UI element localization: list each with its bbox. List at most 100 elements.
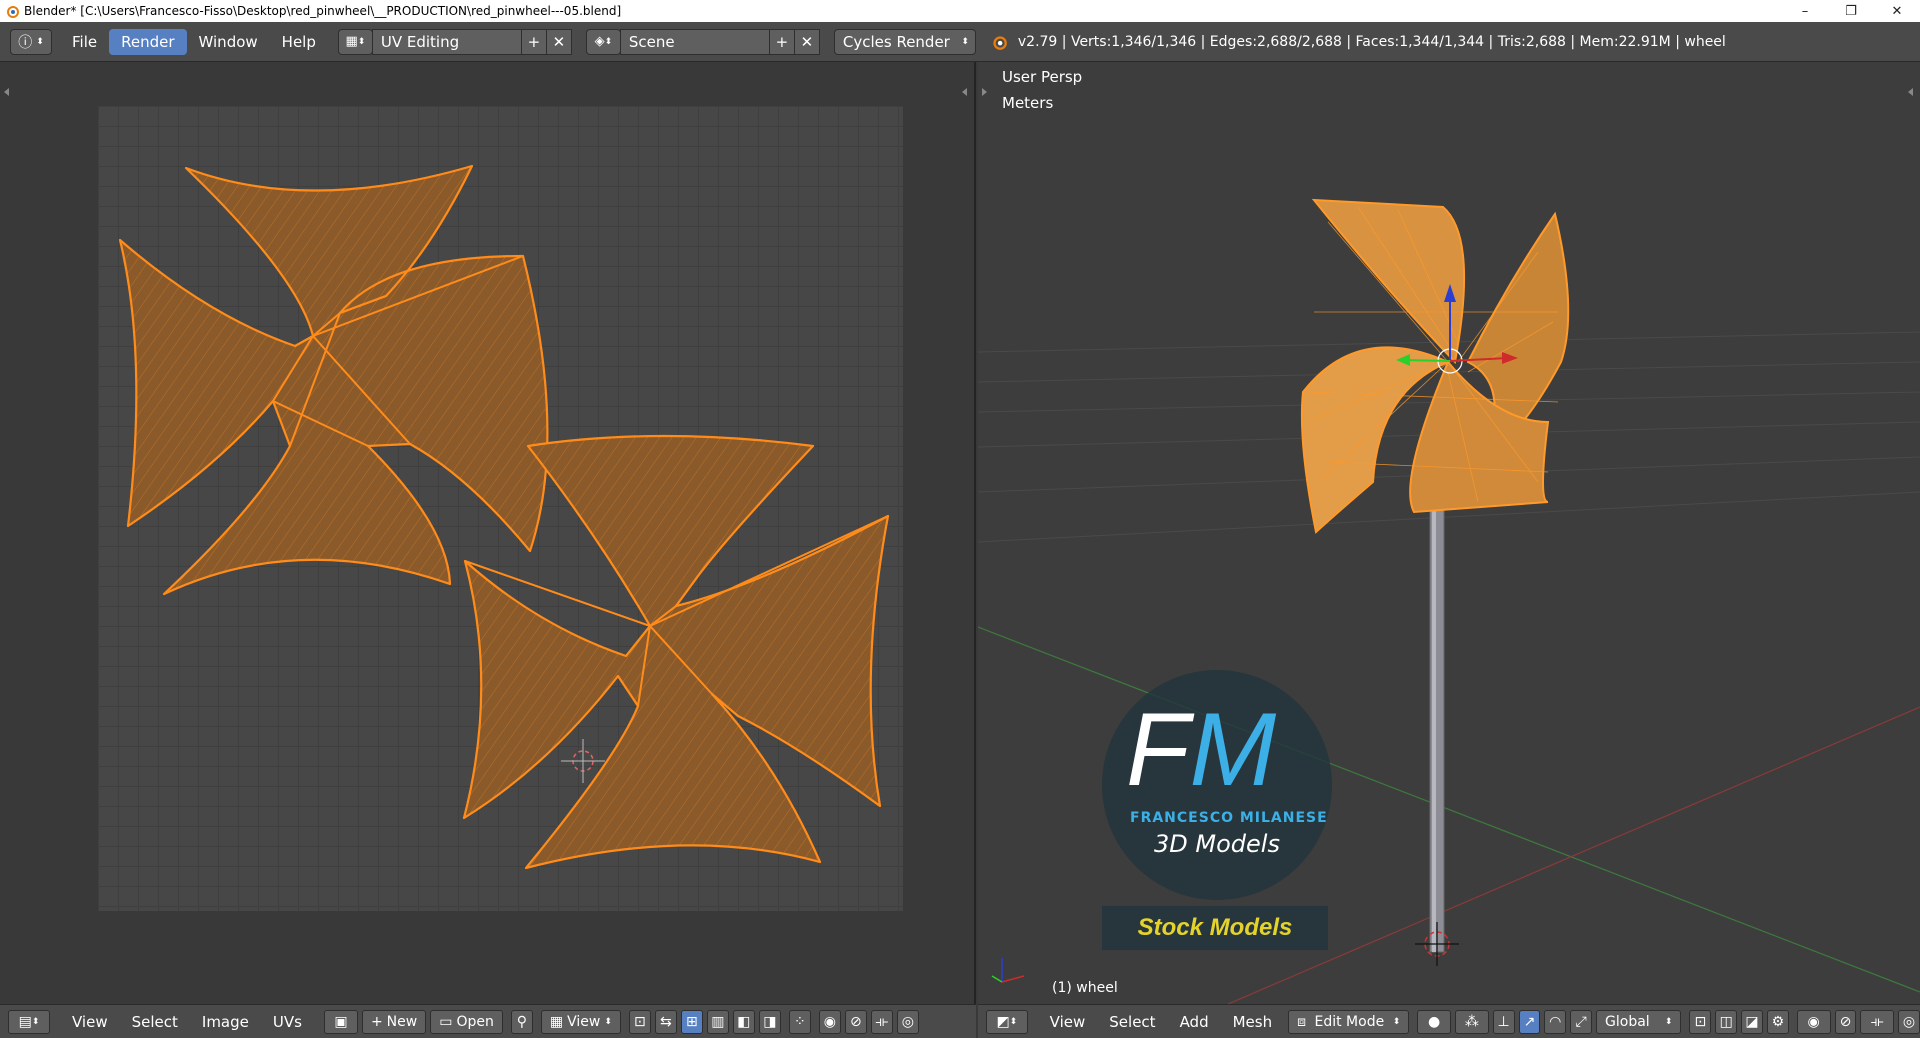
open-image-button[interactable]: ▭ Open	[430, 1009, 503, 1034]
edge-select-button[interactable]: ◫	[1715, 1009, 1738, 1034]
uv-menu-image[interactable]: Image	[190, 1013, 261, 1031]
maximize-button[interactable]: ❐	[1828, 0, 1874, 22]
rotate-manipulator-button[interactable]: ◠	[1544, 1009, 1567, 1034]
proportional-icon: ◉	[823, 1013, 836, 1030]
updown-arrows-icon: ⬍	[357, 36, 366, 47]
scene-field[interactable]: Scene	[619, 28, 770, 55]
add-scene-button[interactable]: +	[768, 28, 795, 55]
3d-cursor-icon[interactable]	[1415, 922, 1459, 966]
plus-icon: +	[370, 1013, 383, 1030]
face-select-button[interactable]: ◪	[1741, 1009, 1763, 1034]
arrow-icon: ↗	[1523, 1013, 1536, 1030]
render-icon: ◎	[1902, 1013, 1916, 1030]
menu-render[interactable]: Render	[109, 28, 187, 55]
menu-file[interactable]: File	[60, 29, 109, 55]
image-browse-button[interactable]: ▣	[323, 1009, 358, 1034]
new-image-button[interactable]: + New	[361, 1009, 427, 1034]
scale-manipulator-button[interactable]: ⤢	[1570, 1009, 1593, 1034]
uv-menu-uvs[interactable]: UVs	[261, 1013, 314, 1031]
open-label: Open	[456, 1013, 494, 1030]
updown-arrows-icon: ⬍	[961, 36, 969, 47]
y-axis-arrow[interactable]	[1402, 359, 1451, 362]
uv-menu-view[interactable]: View	[60, 1013, 120, 1031]
vp-menu-add[interactable]: Add	[1168, 1013, 1221, 1031]
transform-orientation-dropdown[interactable]: Global ⬍	[1596, 1009, 1682, 1034]
snap-target-button[interactable]: ⟛	[870, 1009, 893, 1034]
editor-type-selector[interactable]: ◩ ⬍	[986, 1009, 1028, 1034]
render-engine-label: Cycles Render	[842, 32, 950, 51]
viewport-header: ◩ ⬍ View Select Add Mesh ⧈ Edit Mode ⬍ ●…	[978, 1004, 1920, 1038]
proportional-icon: ◉	[1807, 1013, 1820, 1030]
manipulator-toggle[interactable]: ⊥	[1492, 1009, 1515, 1034]
mode-dropdown[interactable]: ▦ View ⬍	[540, 1009, 621, 1034]
proportional-edit-button[interactable]: ◉	[818, 1009, 841, 1034]
scene-stats: v2.79 | Verts:1,346/1,346 | Edges:2,688/…	[990, 33, 1726, 51]
vertex-select-button[interactable]: ⊞	[680, 1009, 703, 1034]
region-toggle-left[interactable]	[4, 88, 9, 96]
updown-arrows-icon: ⬍	[1392, 1016, 1401, 1027]
mode-dropdown[interactable]: ⧈ Edit Mode ⬍	[1288, 1009, 1410, 1034]
window-titlebar: Blender* [C:\Users\Francesco-Fisso\Deskt…	[0, 0, 1920, 22]
render-engine-dropdown[interactable]: Cycles Render ⬍	[833, 28, 976, 55]
snap-button[interactable]: ⊘	[844, 1009, 867, 1034]
menu-window[interactable]: Window	[187, 29, 270, 55]
vp-menu-select[interactable]: Select	[1097, 1013, 1167, 1031]
region-toggle-right[interactable]	[962, 88, 967, 96]
snap-element-dropdown[interactable]: ⟛	[1860, 1009, 1895, 1034]
uv-grid[interactable]	[98, 106, 903, 911]
uv-island-1[interactable]	[118, 164, 549, 596]
plus-icon: +	[527, 32, 541, 51]
face-select-button[interactable]: ◧	[732, 1009, 755, 1034]
rotate-icon: ◠	[1549, 1013, 1562, 1030]
vp-menu-mesh[interactable]: Mesh	[1221, 1013, 1285, 1031]
translate-manipulator-button[interactable]: ↗	[1518, 1009, 1541, 1034]
uv-image-editor[interactable]	[0, 62, 976, 1004]
shading-dropdown[interactable]: ●	[1417, 1009, 1451, 1034]
island-select-icon: ◨	[763, 1013, 777, 1030]
mode-label: Edit Mode	[1314, 1013, 1385, 1030]
3d-viewport[interactable]: User Persp Meters (1) wheel FM FRANCESCO…	[978, 62, 1920, 1004]
render-slot-button[interactable]: ◎	[896, 1009, 919, 1034]
vp-menu-view[interactable]: View	[1038, 1013, 1098, 1031]
menu-help[interactable]: Help	[270, 29, 328, 55]
solid-shading-icon: ●	[1428, 1013, 1441, 1030]
updown-arrows-icon: ⬍	[604, 1016, 612, 1027]
watermark-logo: FM	[1126, 698, 1276, 802]
island-select-button[interactable]: ◨	[758, 1009, 781, 1034]
minimize-button[interactable]: –	[1782, 0, 1828, 22]
pin-button[interactable]: ⚲	[510, 1009, 533, 1034]
snap-element-icon: ⟛	[1870, 1013, 1884, 1030]
pivot-button[interactable]: ⊡	[628, 1009, 651, 1034]
info-icon: ⓘ	[18, 34, 33, 51]
editor-type-selector[interactable]: ▤ ⬍	[8, 1009, 50, 1034]
close-button[interactable]: ✕	[1874, 0, 1920, 22]
render-preview-button[interactable]: ◎	[1898, 1009, 1920, 1034]
snap-button[interactable]: ⊘	[1834, 1009, 1857, 1034]
screen-layout-field[interactable]: UV Editing	[371, 28, 522, 55]
new-label: New	[386, 1013, 418, 1030]
sync-selection-button[interactable]: ⇆	[654, 1009, 677, 1034]
screen-layout-name: UV Editing	[380, 32, 460, 51]
vertex-select-icon: ⊡	[1694, 1013, 1707, 1030]
cube-icon: ◩	[996, 1013, 1010, 1030]
fm-watermark: FM FRANCESCO MILANESE 3D Models Stock Mo…	[1102, 670, 1332, 950]
pivot-dropdown[interactable]: ⁂	[1454, 1009, 1489, 1034]
pinwheel-mesh[interactable]	[1300, 198, 1570, 534]
scene-selector[interactable]: ◈ ⬍	[585, 28, 621, 55]
screen-layout-selector[interactable]: ▦ ⬍	[337, 28, 373, 55]
proportional-edit-button[interactable]: ◉	[1796, 1009, 1831, 1034]
delete-screen-button[interactable]: ✕	[545, 28, 572, 55]
edge-select-button[interactable]: ▥	[706, 1009, 729, 1034]
occlude-icon: ⚙	[1771, 1013, 1785, 1030]
occlude-geometry-button[interactable]: ⚙	[1766, 1009, 1789, 1034]
vertex-select-button[interactable]: ⊡	[1689, 1009, 1712, 1034]
delete-scene-button[interactable]: ✕	[793, 28, 820, 55]
blender-logo-icon	[993, 35, 1007, 50]
add-screen-button[interactable]: +	[520, 28, 547, 55]
editor-type-info-button[interactable]: ⓘ ⬍	[10, 28, 52, 55]
info-header: ⓘ ⬍ File Render Window Help ▦ ⬍ UV Editi…	[0, 22, 1920, 62]
uv-islands[interactable]	[98, 106, 903, 911]
stick-highlight	[1432, 482, 1436, 952]
sticky-mode-button[interactable]: ⁘	[788, 1009, 811, 1034]
uv-menu-select[interactable]: Select	[120, 1013, 190, 1031]
